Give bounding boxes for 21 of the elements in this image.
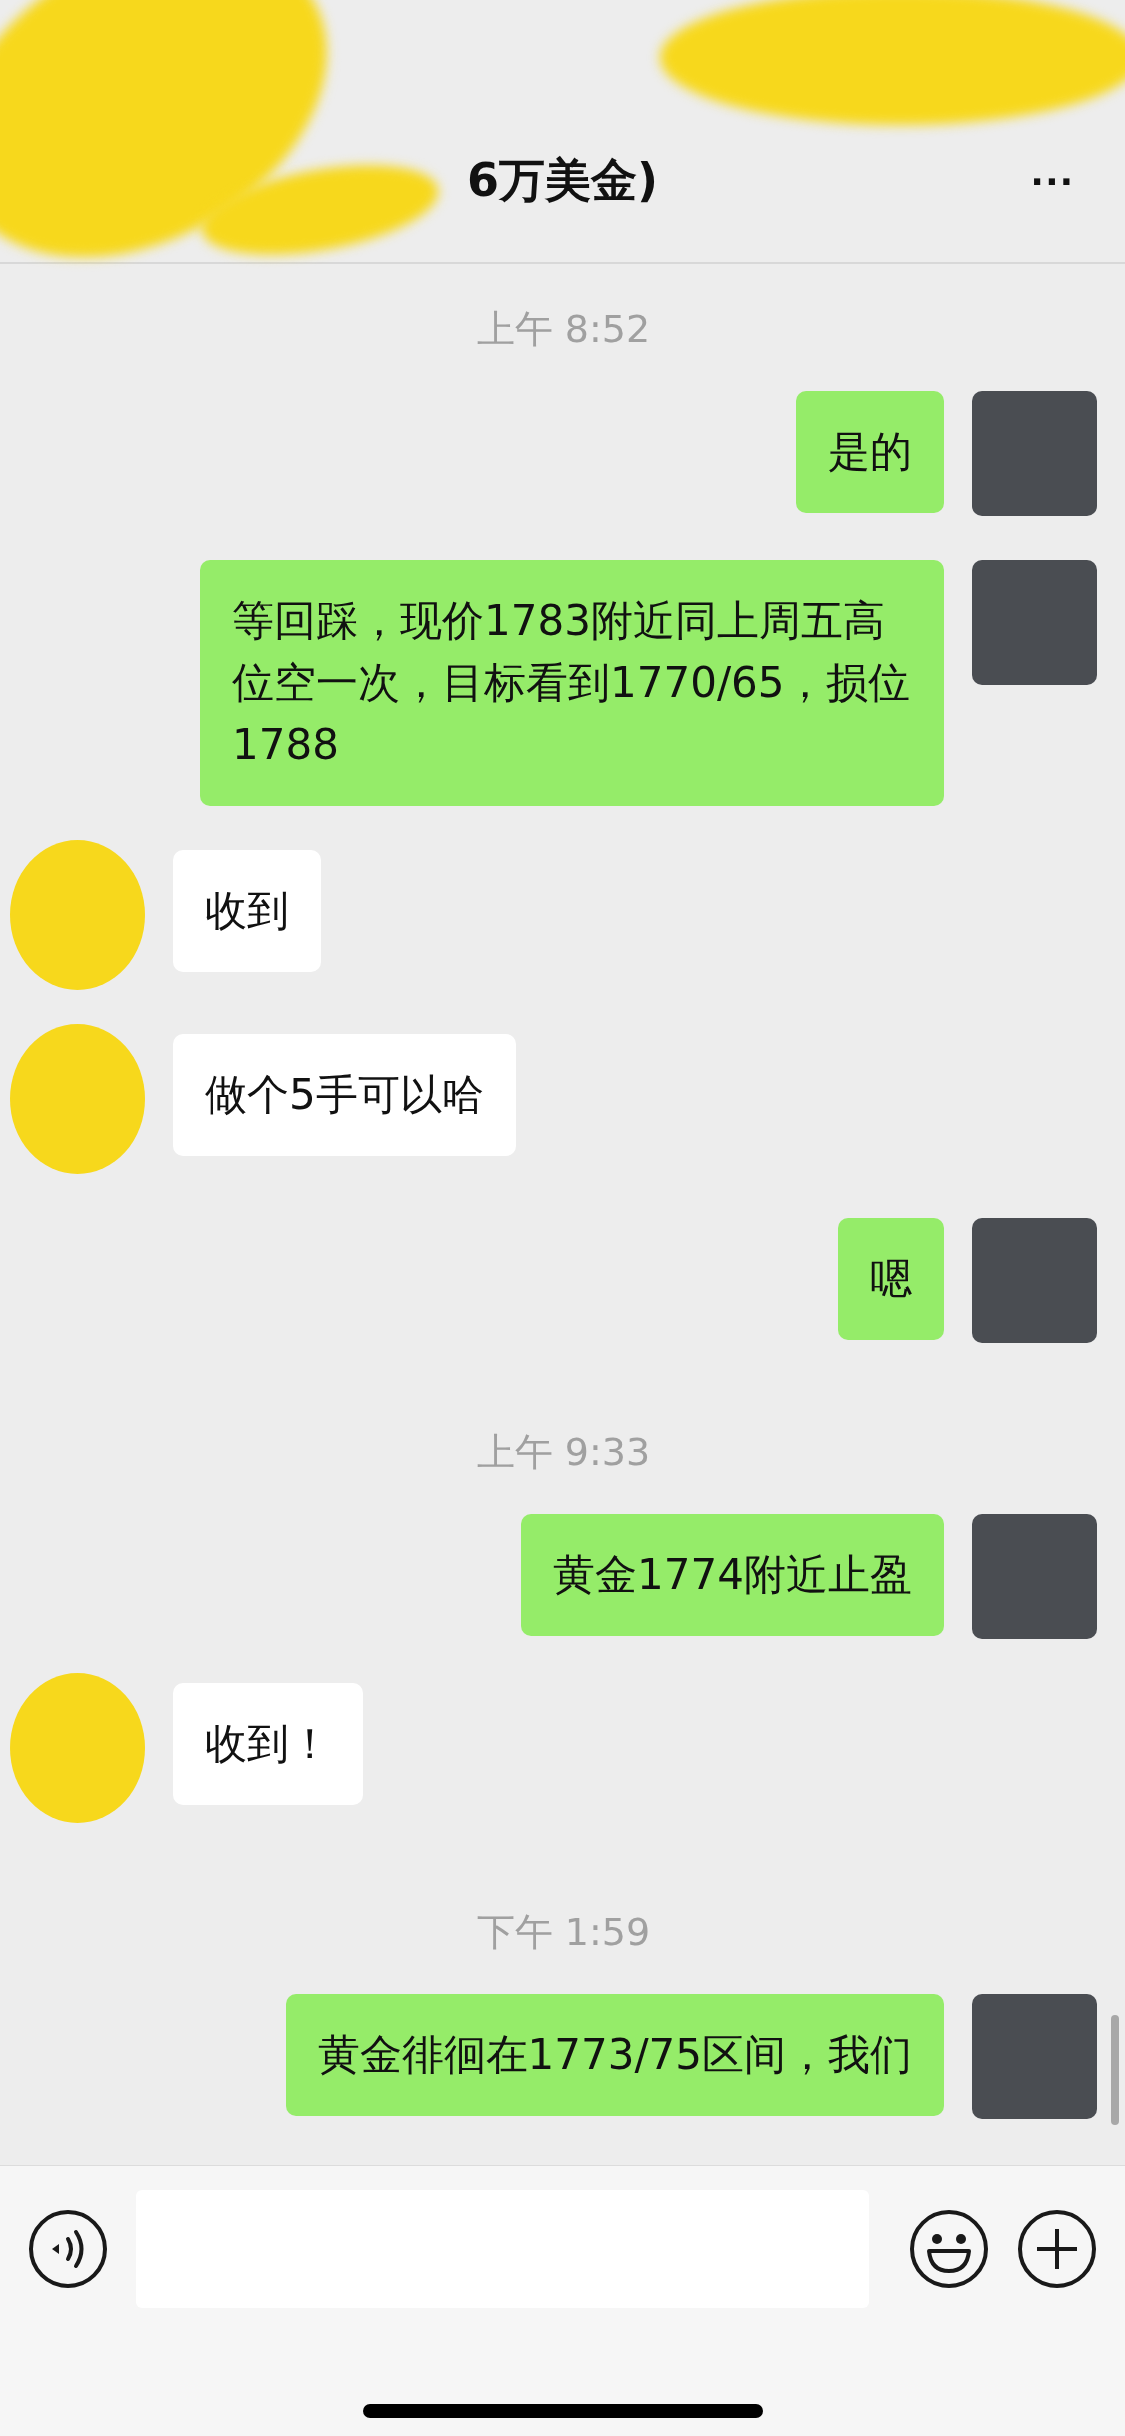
timestamp: 上午 9:33 [476, 1429, 651, 1476]
timestamp: 上午 8:52 [476, 306, 651, 353]
voice-icon[interactable] [28, 2209, 108, 2289]
timestamp: 下午 1:59 [476, 1909, 651, 1956]
avatar-placeholder[interactable] [972, 1514, 1097, 1639]
emoji-icon[interactable] [909, 2209, 989, 2289]
sent-message-bubble: 嗯 [838, 1218, 944, 1340]
sent-message-bubble: 是的 [796, 391, 944, 513]
received-message-bubble: 做个5手可以哈 [173, 1034, 516, 1156]
sent-message-bubble: 等回踩，现价1783附近同上周五高位空一次，目标看到1770/65，损位1788 [200, 560, 944, 806]
avatar-placeholder[interactable] [972, 391, 1097, 516]
chat-title: 6万美金) [467, 152, 658, 209]
sent-message-bubble: 黄金1774附近止盈 [521, 1514, 944, 1636]
received-message-bubble: 收到！ [173, 1683, 363, 1805]
add-icon[interactable] [1017, 2209, 1097, 2289]
avatar-placeholder[interactable] [972, 1218, 1097, 1343]
avatar-placeholder[interactable] [972, 560, 1097, 685]
received-message-bubble: 收到 [173, 850, 321, 972]
more-button[interactable]: ··· [1031, 160, 1075, 204]
sent-message-bubble: 黄金徘徊在1773/75区间，我们 [285, 1994, 944, 2116]
avatar-placeholder[interactable] [972, 1994, 1097, 2119]
